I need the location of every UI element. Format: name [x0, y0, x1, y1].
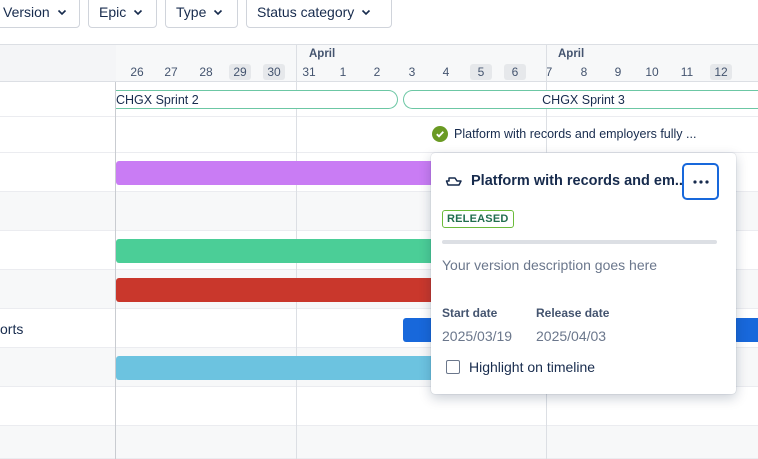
highlight-checkbox[interactable]: [446, 360, 460, 374]
day-label: 6: [504, 64, 526, 80]
highlight-option[interactable]: Highlight on timeline: [446, 359, 595, 375]
issue-bar[interactable]: [116, 278, 446, 302]
epic-filter-button[interactable]: Epic: [88, 0, 157, 28]
day-label: 26: [130, 65, 144, 79]
version-filter-label: Version: [3, 3, 50, 20]
more-icon: [692, 179, 709, 184]
chevron-down-icon: [362, 9, 371, 15]
day-label: 30: [263, 64, 285, 80]
day-label: 11: [680, 65, 694, 79]
filter-bar: Version Epic Type Status category: [0, 0, 758, 44]
version-title: Platform with records and em...: [445, 173, 687, 189]
version-filter-button[interactable]: Version: [0, 0, 80, 28]
day-label: 7: [545, 65, 553, 79]
day-label: 4: [442, 65, 450, 79]
chevron-down-icon: [214, 9, 223, 15]
version-description[interactable]: Your version description goes here: [442, 257, 657, 273]
day-label: 8: [580, 65, 588, 79]
sprint-label: CHGX Sprint 3: [542, 92, 625, 107]
left-panel: [0, 44, 116, 459]
day-label: 2: [373, 65, 381, 79]
day-label: 29: [229, 64, 251, 80]
issue-bar[interactable]: [116, 356, 446, 380]
progress-bar: [442, 240, 717, 244]
release-date-label: Release date: [536, 306, 610, 320]
epic-filter-label: Epic: [99, 3, 127, 20]
status-category-filter-label: Status category: [257, 3, 355, 20]
version-title-text: Platform with records and em...: [471, 173, 687, 189]
status-badge: RELEASED: [442, 210, 514, 228]
ship-icon: [445, 177, 462, 186]
release-date-value[interactable]: 2025/04/03: [536, 328, 606, 344]
highlight-label: Highlight on timeline: [469, 359, 596, 375]
type-filter-button[interactable]: Type: [165, 0, 238, 28]
left-panel-header: [0, 44, 116, 82]
status-category-filter-button[interactable]: Status category: [246, 0, 392, 28]
version-popup: Platform with records and em... RELEASED…: [431, 153, 736, 394]
day-label: 12: [710, 64, 732, 80]
day-label: 10: [645, 65, 659, 79]
day-label: 3: [408, 65, 416, 79]
day-label: 5: [470, 64, 492, 80]
sprint-bar[interactable]: CHGX Sprint 2: [116, 90, 398, 109]
issue-bar[interactable]: [116, 239, 446, 263]
start-date-value[interactable]: 2025/03/19: [442, 328, 512, 344]
issue-bar[interactable]: [116, 161, 446, 185]
sprint-bar[interactable]: CHGX Sprint 3: [403, 90, 758, 109]
sprint-label: CHGX Sprint 2: [116, 92, 199, 107]
check-circle-icon: [432, 126, 448, 142]
release-marker-label: Platform with records and employers full…: [454, 127, 697, 141]
day-label: 27: [164, 65, 178, 79]
month-label: April: [309, 48, 336, 60]
more-actions-button[interactable]: [682, 163, 719, 200]
day-label: 28: [199, 65, 213, 79]
chevron-down-icon: [57, 9, 66, 15]
day-label: 9: [614, 65, 622, 79]
type-filter-label: Type: [176, 3, 207, 20]
day-label: 1: [339, 65, 347, 79]
issue-bar[interactable]: [734, 318, 758, 342]
chevron-down-icon: [134, 9, 143, 15]
timeline-header: April April 26 27 28 29 30 31 1 2 3 4 5 6 7 8 9 10 11 12: [116, 44, 758, 82]
day-label: 31: [302, 65, 316, 79]
release-marker[interactable]: Platform with records and employers full…: [432, 126, 696, 142]
month-label: April: [558, 48, 585, 60]
start-date-label: Start date: [442, 306, 498, 320]
